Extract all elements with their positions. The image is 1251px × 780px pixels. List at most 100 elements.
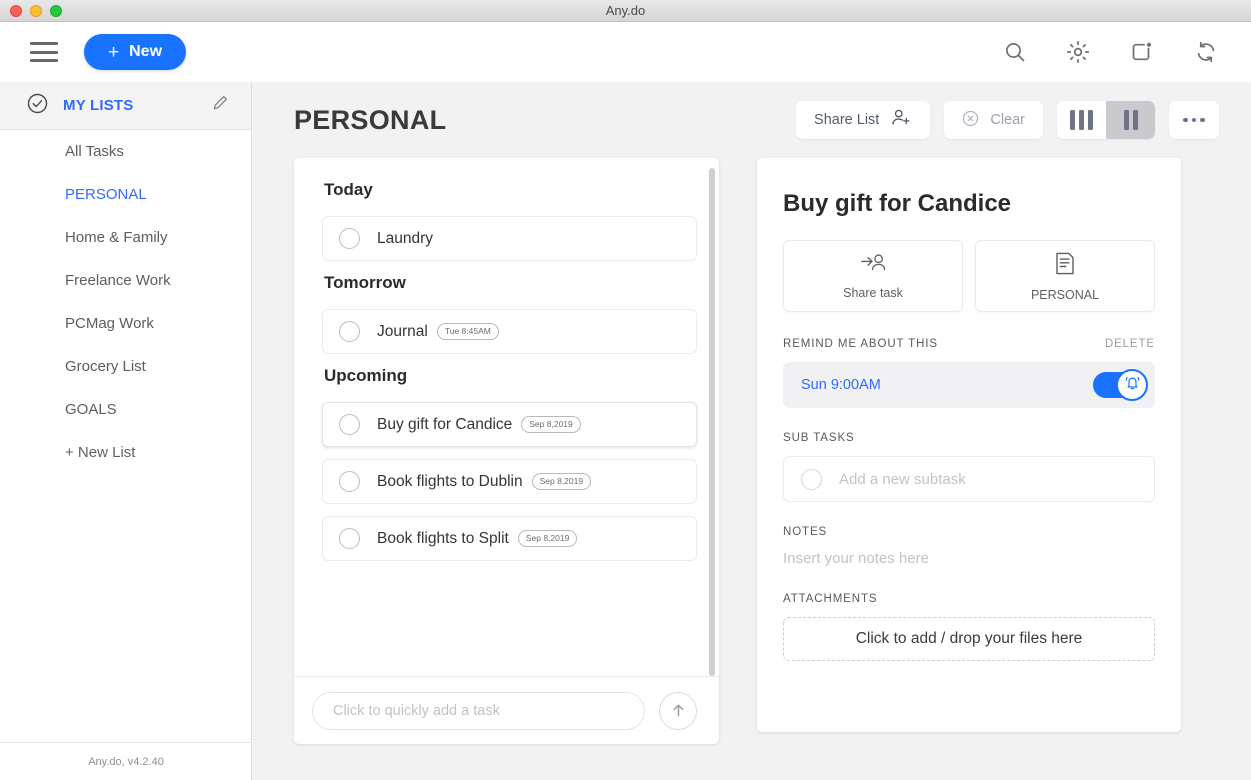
task-row[interactable]: Buy gift for Candice Sep 8,2019 <box>322 402 697 447</box>
main-header: PERSONAL Share List Clear <box>252 82 1251 158</box>
window-title: Any.do <box>605 3 646 18</box>
attachments-heading: ATTACHMENTS <box>783 593 878 605</box>
task-detail-actions: Share task PERSONAL <box>783 240 1155 312</box>
task-checkbox[interactable] <box>339 321 360 342</box>
subtasks-section-header: SUB TASKS <box>783 432 1155 444</box>
new-button-label: New <box>129 43 163 60</box>
toolbar-icon-group <box>1003 39 1219 65</box>
task-label: Book flights to Split <box>377 529 509 547</box>
reminder-time-label: Sun 9:00AM <box>801 377 881 393</box>
task-row[interactable]: Book flights to Split Sep 8,2019 <box>322 516 697 561</box>
circle-x-icon <box>962 110 979 131</box>
add-subtask-placeholder: Add a new subtask <box>839 470 966 488</box>
task-date-badge: Sep 8,2019 <box>531 473 592 490</box>
new-task-button[interactable]: + New <box>84 34 187 70</box>
sidebar-item-personal[interactable]: PERSONAL <box>0 173 251 216</box>
sidebar-item-label: PERSONAL <box>65 186 147 203</box>
sidebar-item-label: Home & Family <box>65 229 168 246</box>
sidebar-item-label: + New List <box>65 444 136 461</box>
reminder-heading: REMIND ME ABOUT THIS <box>783 338 938 350</box>
sidebar-item-pcmag-work[interactable]: PCMag Work <box>0 302 251 345</box>
notifications-icon[interactable] <box>1129 39 1155 65</box>
page-title: PERSONAL <box>294 104 447 135</box>
task-label: Journal <box>377 322 428 340</box>
task-date-badge: Sep 8,2019 <box>521 416 581 433</box>
task-row[interactable]: Journal Tue 8:45AM <box>322 309 697 354</box>
notes-section-header: NOTES <box>783 526 1155 538</box>
sidebar-item-label: PCMag Work <box>65 315 154 332</box>
task-detail-title: Buy gift for Candice <box>783 190 1012 217</box>
clear-button[interactable]: Clear <box>944 101 1043 139</box>
task-label: Laundry <box>377 229 434 247</box>
two-column-view-button[interactable] <box>1106 101 1155 139</box>
share-person-icon <box>859 252 887 279</box>
plus-icon: + <box>108 41 120 63</box>
app-version-footer: Any.do, v4.2.40 <box>0 742 252 780</box>
share-list-label: Share List <box>814 112 880 128</box>
three-column-view-button[interactable] <box>1057 101 1106 139</box>
attachments-dropzone[interactable]: Click to add / drop your files here <box>783 617 1155 661</box>
sidebar-item-freelance-work[interactable]: Freelance Work <box>0 259 251 302</box>
quick-add-input[interactable] <box>312 691 645 730</box>
pencil-icon[interactable] <box>211 94 229 117</box>
quick-add-submit-button[interactable] <box>659 691 697 730</box>
notes-input[interactable]: Insert your notes here <box>783 550 1155 567</box>
top-toolbar: + New <box>0 22 1251 82</box>
sidebar-item-label: GOALS <box>65 401 117 418</box>
subtask-checkbox[interactable] <box>801 468 822 490</box>
delete-reminder-button[interactable]: DELETE <box>1105 338 1155 350</box>
sync-icon[interactable] <box>1193 39 1219 65</box>
section-title-upcoming: Upcoming <box>324 366 408 385</box>
share-person-icon <box>890 108 912 132</box>
task-list-scrollbar[interactable] <box>709 168 715 676</box>
subtasks-heading: SUB TASKS <box>783 432 855 444</box>
task-label: Buy gift for Candice <box>377 415 513 433</box>
task-date-badge: Tue 8:45AM <box>436 323 499 340</box>
search-icon[interactable] <box>1003 40 1027 64</box>
sidebar-item-goals[interactable]: GOALS <box>0 388 251 431</box>
header-actions: Share List Clear <box>796 101 1219 139</box>
clear-label: Clear <box>990 112 1025 128</box>
hamburger-menu-icon[interactable] <box>30 42 58 62</box>
sidebar-header-my-lists[interactable]: MY LISTS <box>0 82 251 130</box>
task-label: Book flights to Dublin <box>377 472 523 490</box>
reminder-toggle-switch[interactable] <box>1093 369 1148 401</box>
sidebar-item-grocery-list[interactable]: Grocery List <box>0 345 251 388</box>
reminder-row[interactable]: Sun 9:00AM <box>783 362 1155 408</box>
ellipsis-dot-icon <box>1200 117 1205 123</box>
add-subtask-row[interactable]: Add a new subtask <box>783 456 1155 502</box>
bell-icon <box>1123 373 1142 397</box>
sidebar-header-label: MY LISTS <box>63 97 134 114</box>
gear-icon[interactable] <box>1065 39 1091 65</box>
task-checkbox[interactable] <box>339 528 360 549</box>
share-list-button[interactable]: Share List <box>796 101 931 139</box>
more-options-button[interactable] <box>1169 101 1219 139</box>
column-bar-icon <box>1123 110 1129 130</box>
quick-add-bar <box>294 676 719 744</box>
check-circle-icon <box>26 92 49 120</box>
sidebar-item-home-and-family[interactable]: Home & Family <box>0 216 251 259</box>
task-list-button[interactable]: PERSONAL <box>975 240 1155 312</box>
sidebar-item-new-list[interactable]: + New List <box>0 431 251 474</box>
task-row[interactable]: Book flights to Dublin Sep 8,2019 <box>322 459 697 504</box>
section-title-tomorrow: Tomorrow <box>324 273 406 292</box>
main-content: PERSONAL Share List Clear Today Laundry … <box>252 82 1251 780</box>
column-bar-icon <box>1070 110 1075 130</box>
sidebar-item-all-tasks[interactable]: All Tasks <box>0 130 251 173</box>
ellipsis-dot-icon <box>1183 117 1188 123</box>
ellipsis-dot-icon <box>1191 117 1197 123</box>
app-window: Any.do + New MY LISTS All Tasks PERSONAL… <box>0 0 1251 780</box>
window-titlebar: Any.do <box>0 0 1251 22</box>
task-checkbox[interactable] <box>339 471 360 492</box>
task-list-label: PERSONAL <box>1030 287 1100 302</box>
share-task-button[interactable]: Share task <box>783 240 963 312</box>
task-row[interactable]: Laundry <box>322 216 697 261</box>
task-checkbox[interactable] <box>339 414 360 435</box>
task-list-scroll-area: Today Laundry Tomorrow Journal Tue 8:45A… <box>294 158 719 676</box>
task-checkbox[interactable] <box>339 228 360 249</box>
notes-heading: NOTES <box>783 526 828 538</box>
reminder-section-header: REMIND ME ABOUT THIS DELETE <box>783 338 1155 350</box>
sidebar-item-label: Freelance Work <box>65 272 171 289</box>
share-task-label: Share task <box>843 286 903 300</box>
column-bar-icon <box>1132 110 1138 130</box>
